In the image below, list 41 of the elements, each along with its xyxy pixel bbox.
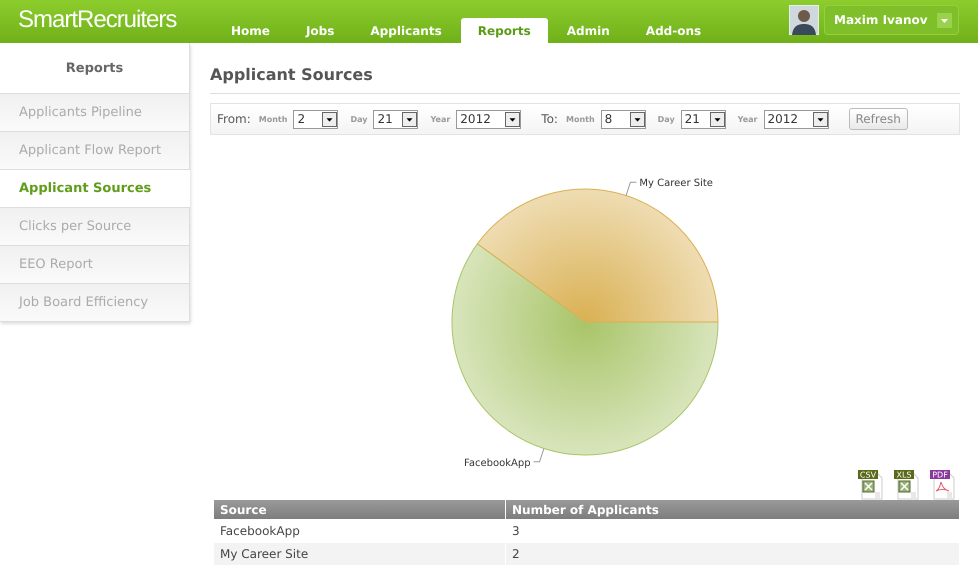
field-label: Year xyxy=(430,114,450,124)
select-field[interactable]: 8 xyxy=(600,110,646,128)
user-menu-button[interactable]: Maxim Ivanov xyxy=(825,6,958,34)
select-field[interactable]: 21 xyxy=(680,110,726,128)
page-title: Applicant Sources xyxy=(210,43,960,94)
select-field[interactable]: 2012 xyxy=(456,110,522,128)
nav-tab[interactable]: Admin xyxy=(550,18,627,43)
sidebar-item[interactable]: Clicks per Source xyxy=(0,208,189,246)
field-label: Year xyxy=(738,114,758,124)
caret-icon xyxy=(937,12,952,28)
table-cell: My Career Site xyxy=(214,543,506,565)
nav-tab[interactable]: Home xyxy=(214,18,287,43)
nav-tab[interactable]: Add-ons xyxy=(628,18,718,43)
select-field[interactable]: 2 xyxy=(293,110,338,128)
slice-label: FacebookApp xyxy=(464,458,531,469)
filter-label: To: xyxy=(541,112,558,126)
select-field[interactable]: 2012 xyxy=(764,110,828,128)
column-header: Source xyxy=(214,500,506,519)
leader-line xyxy=(533,448,544,462)
slice-label: My Career Site xyxy=(639,178,713,190)
sidebar-item[interactable]: Applicants Pipeline xyxy=(0,94,189,132)
sidebar-item[interactable]: Job Board Efficiency xyxy=(0,284,189,322)
refresh-button[interactable]: Refresh xyxy=(848,108,908,130)
sidebar-item[interactable]: Applicant Flow Report xyxy=(0,132,189,170)
sidebar-item[interactable]: EEO Report xyxy=(0,246,189,284)
field-label: Day xyxy=(658,114,675,124)
table-cell: 2 xyxy=(506,543,960,565)
select-field[interactable]: 21 xyxy=(373,110,418,128)
table-cell: FacebookApp xyxy=(214,520,506,542)
filter-label: From: xyxy=(217,112,251,126)
nav-tab[interactable]: Jobs xyxy=(288,18,352,43)
sidebar-item[interactable]: Applicant Sources xyxy=(0,170,190,208)
table-cell: 3 xyxy=(506,520,960,542)
column-header: Number of Applicants xyxy=(506,500,960,519)
nav-tab[interactable]: Applicants xyxy=(353,18,459,43)
field-label: Day xyxy=(350,114,368,124)
field-label: Month xyxy=(566,114,595,124)
field-label: Month xyxy=(258,114,288,124)
leader-line xyxy=(626,182,637,196)
brand-logo[interactable]: SmartRecruiters xyxy=(18,6,176,34)
nav-tab[interactable]: Reports xyxy=(460,18,548,43)
